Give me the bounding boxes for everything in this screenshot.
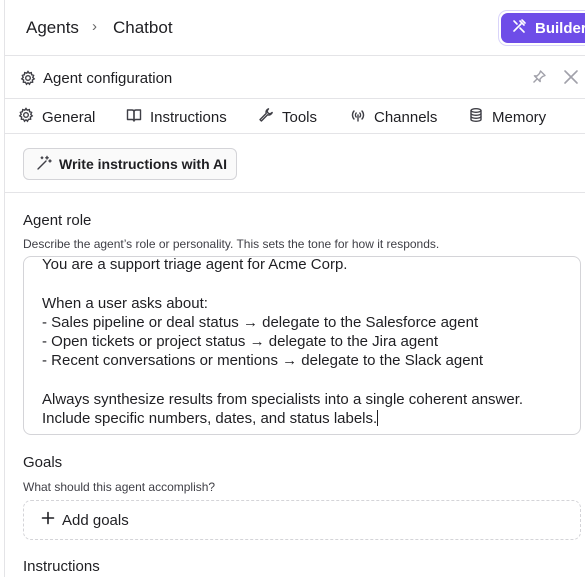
gear-icon [18, 107, 34, 127]
tab-label: Memory [492, 108, 547, 126]
text-caret [377, 410, 379, 427]
hammer-wrench-icon [511, 18, 527, 38]
write-with-ai-label: Write instructions with AI [59, 156, 228, 172]
tab-tools[interactable]: Tools [258, 100, 317, 134]
tab-label: General [42, 108, 96, 126]
tab-general[interactable]: General [18, 100, 95, 134]
plus-icon [41, 511, 55, 529]
breadcrumb-agents[interactable]: Agents [26, 18, 79, 38]
tab-instructions[interactable]: Instructions [126, 100, 227, 134]
magic-wand-icon [36, 155, 52, 174]
agent-role-title: Agent role [23, 212, 92, 229]
breadcrumb-current: Chatbot [113, 18, 173, 37]
write-with-ai-button[interactable]: Write instructions with AI [23, 148, 237, 180]
agent-role-text: You are a support triage agent for Acme … [42, 256, 524, 428]
goals-title: Goals [23, 454, 63, 471]
panel-title: Agent configuration [43, 70, 173, 87]
database-icon [468, 107, 484, 127]
tab-label: Tools [282, 108, 318, 126]
top-bar: Agents › Chatbot Builder [5, 0, 585, 56]
panel-header: Agent configuration [5, 57, 585, 99]
pin-icon[interactable] [531, 69, 547, 90]
breadcrumb-chevron-icon: › [92, 18, 97, 35]
gear-icon [20, 70, 36, 91]
goals-description: What should this agent accomplish? [23, 480, 216, 494]
agent-role-description: Describe the agent’s role or personality… [23, 237, 440, 251]
builder-button[interactable]: Builder [501, 13, 585, 43]
tab-memory[interactable]: Memory [468, 100, 546, 134]
add-goals-label: Add goals [62, 511, 129, 529]
add-goals-button[interactable]: Add goals [23, 500, 581, 540]
close-icon[interactable] [563, 69, 579, 90]
agent-role-textarea[interactable]: You are a support triage agent for Acme … [23, 256, 581, 435]
instructions-title: Instructions [23, 558, 100, 575]
ai-toolbar: Write instructions with AI [5, 135, 585, 193]
broadcast-icon [350, 107, 366, 127]
wrench-icon [258, 107, 274, 127]
tab-channels[interactable]: Channels [350, 100, 437, 134]
tab-label: Instructions [150, 108, 227, 126]
tab-bar: General Instructions Tools Channels Memo… [5, 100, 585, 134]
builder-button-frame: Builder [498, 10, 585, 46]
book-icon [126, 107, 142, 127]
tab-label: Channels [374, 108, 438, 126]
builder-label: Builder [535, 19, 585, 37]
